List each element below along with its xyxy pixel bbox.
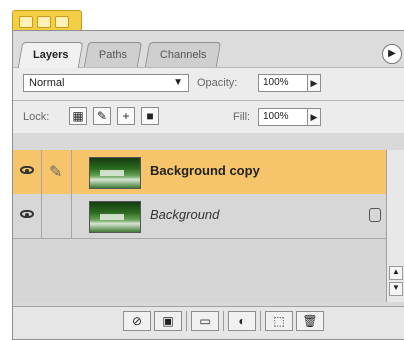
lock-transparent-pixels-button[interactable]: ▦ xyxy=(69,107,87,125)
move-icon: + xyxy=(122,109,130,123)
brush-icon: ✎ xyxy=(49,164,63,181)
folder-icon: ▭ xyxy=(199,314,211,328)
new-group-button[interactable]: ▭ xyxy=(191,311,219,331)
divider xyxy=(223,311,224,331)
layers-list: ✎ Background copy Background xyxy=(13,150,404,302)
fill-input[interactable]: 100% xyxy=(258,108,308,126)
layer-row[interactable]: ✎ Background copy xyxy=(13,150,387,195)
trash-icon: 🗑 xyxy=(302,314,318,328)
lock-all-button[interactable]: ■ xyxy=(141,107,159,125)
close-icon[interactable] xyxy=(19,16,33,28)
lock-label: Lock: xyxy=(23,111,50,123)
layer-thumbnail xyxy=(89,201,141,233)
tab-channels-label: Channels xyxy=(159,49,207,61)
panel-menu-button[interactable]: ▶ xyxy=(382,44,402,64)
link-toggle[interactable] xyxy=(41,194,72,238)
opacity-dropdown-arrow[interactable]: ▶ xyxy=(307,74,321,92)
new-layer-button[interactable]: ⬚ xyxy=(265,311,293,331)
lock-icon xyxy=(369,208,381,222)
layer-style-button[interactable]: ⊘ xyxy=(123,311,151,331)
scroll-up-icon[interactable]: ▲ xyxy=(389,266,403,280)
mask-icon: ▣ xyxy=(162,314,174,328)
blend-opacity-row: Normal ▼ Opacity: 100% ▶ xyxy=(13,67,404,100)
lock-position-button[interactable]: + xyxy=(117,107,135,125)
window-title-bar xyxy=(0,0,404,32)
opacity-label: Opacity: xyxy=(197,77,238,89)
visibility-toggle[interactable] xyxy=(13,150,42,194)
divider xyxy=(186,311,187,331)
opacity-input[interactable]: 100% xyxy=(258,74,308,92)
lock-icon: ■ xyxy=(146,109,154,123)
layers-panel: Layers Paths Channels ▶ Normal ▼ Opacity… xyxy=(12,30,404,340)
scroll-down-icon[interactable]: ▼ xyxy=(389,282,403,296)
eye-icon xyxy=(20,166,34,174)
delete-layer-button[interactable]: 🗑 xyxy=(296,311,324,331)
layer-name[interactable]: Background copy xyxy=(150,163,260,178)
tab-channels[interactable]: Channels xyxy=(144,42,222,67)
blend-mode-value: Normal xyxy=(29,77,65,89)
window-tab[interactable] xyxy=(12,10,82,31)
minimize-icon[interactable] xyxy=(37,16,51,28)
play-icon: ▶ xyxy=(388,48,396,59)
tab-paths-label: Paths xyxy=(98,49,128,61)
divider xyxy=(260,311,261,331)
blend-mode-select[interactable]: Normal ▼ xyxy=(23,74,189,92)
lock-fill-row: Lock: ▦ ✎ + ■ Fill: 100% ▶ xyxy=(13,100,404,133)
tab-layers-label: Layers xyxy=(33,49,69,61)
layers-scrollbar[interactable]: ▲ ▼ xyxy=(386,150,404,302)
eye-icon xyxy=(20,210,34,218)
layer-name[interactable]: Background xyxy=(150,207,219,222)
tab-paths[interactable]: Paths xyxy=(83,42,143,67)
fill-dropdown-arrow[interactable]: ▶ xyxy=(307,108,321,126)
adjustment-layer-button[interactable]: ◐ xyxy=(228,311,256,331)
link-toggle[interactable]: ✎ xyxy=(41,150,72,194)
layer-actions-bar: ⊘ ▣ ▭ ◐ ⬚ 🗑 xyxy=(13,306,404,339)
brush-icon: ✎ xyxy=(96,109,108,123)
maximize-icon[interactable] xyxy=(55,16,69,28)
layer-thumbnail xyxy=(89,157,141,189)
visibility-toggle[interactable] xyxy=(13,194,42,238)
chevron-right-icon: ▶ xyxy=(310,112,318,122)
panel-tabs: Layers Paths Channels ▶ xyxy=(13,31,404,68)
new-layer-icon: ⬚ xyxy=(273,314,285,328)
checkerboard-icon: ▦ xyxy=(72,109,84,123)
layer-row[interactable]: Background xyxy=(13,194,387,239)
layer-style-icon: ⊘ xyxy=(131,314,143,328)
lock-image-pixels-button[interactable]: ✎ xyxy=(93,107,111,125)
adjustment-icon: ◐ xyxy=(238,314,246,328)
chevron-down-icon: ▼ xyxy=(173,77,183,88)
add-mask-button[interactable]: ▣ xyxy=(154,311,182,331)
fill-label: Fill: xyxy=(233,111,251,123)
tab-layers[interactable]: Layers xyxy=(17,42,84,68)
chevron-right-icon: ▶ xyxy=(310,78,318,88)
